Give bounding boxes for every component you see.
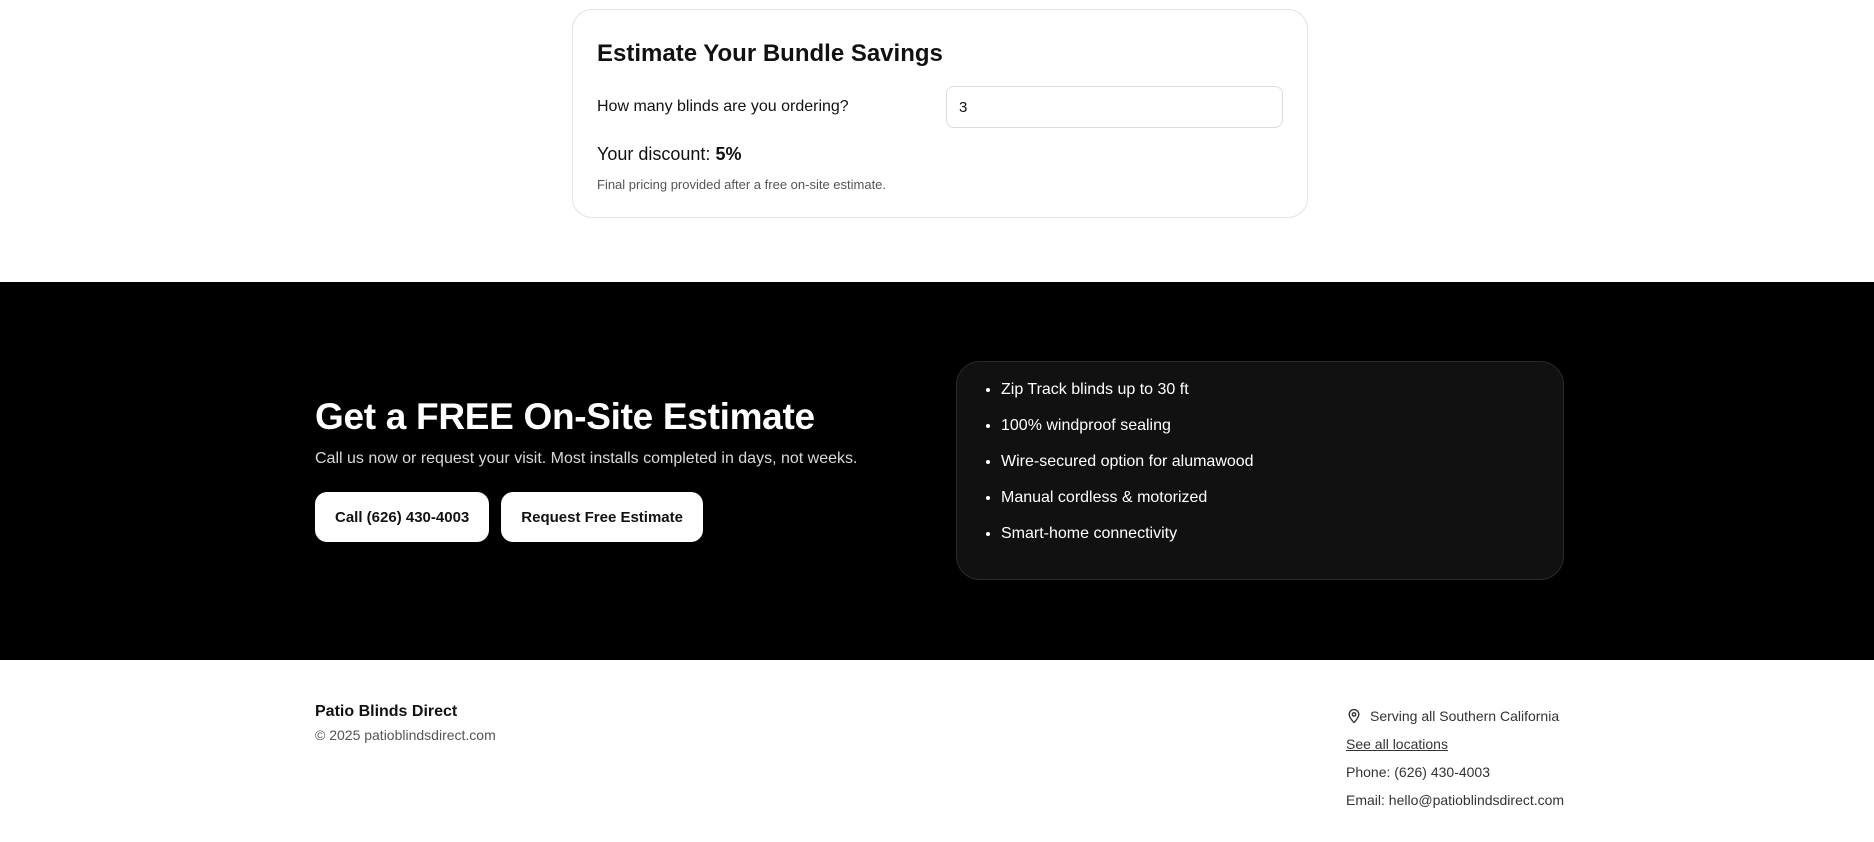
email-row: Email: hello@patioblindsdirect.com	[1346, 792, 1565, 808]
estimate-cta-section: Get a FREE On-Site Estimate Call us now …	[0, 282, 1874, 660]
service-area-text: Serving all Southern California	[1370, 708, 1560, 724]
features-list: Zip Track blinds up to 30 ft 100% windpr…	[1001, 380, 1539, 544]
site-footer: Patio Blinds Direct © 2025 patioblindsdi…	[0, 660, 1874, 842]
discount-line: Your discount: 5%	[597, 144, 1283, 165]
discount-prefix: Your discount:	[597, 144, 711, 164]
discount-value: 5%	[715, 144, 742, 164]
call-button[interactable]: Call (626) 430-4003	[315, 492, 490, 542]
quantity-input[interactable]	[946, 86, 1283, 128]
savings-card-title: Estimate Your Bundle Savings	[597, 40, 943, 67]
phone-row: Phone: (626) 430-4003	[1346, 764, 1490, 780]
feature-item: Zip Track blinds up to 30 ft	[1001, 380, 1539, 400]
footer-copyright: © 2025 patioblindsdirect.com	[315, 727, 496, 743]
feature-item: Smart-home connectivity	[1001, 524, 1539, 544]
quantity-label: How many blinds are you ordering?	[597, 98, 849, 115]
cta-subtitle: Call us now or request your visit. Most …	[315, 450, 858, 467]
map-pin-icon	[1346, 708, 1362, 724]
service-area-row: Serving all Southern California	[1346, 702, 1564, 730]
footer-contact-block: Serving all Southern California See all …	[1346, 702, 1564, 814]
features-card: Zip Track blinds up to 30 ft 100% windpr…	[956, 361, 1564, 580]
see-all-locations-link[interactable]: See all locations	[1346, 736, 1448, 752]
cta-content: Get a FREE On-Site Estimate Call us now …	[315, 394, 875, 542]
cta-title: Get a FREE On-Site Estimate	[315, 396, 815, 437]
footer-brand: Patio Blinds Direct	[315, 703, 458, 720]
request-estimate-button[interactable]: Request Free Estimate	[501, 492, 703, 542]
feature-item: 100% windproof sealing	[1001, 416, 1539, 436]
quantity-row: How many blinds are you ordering?	[597, 86, 1283, 128]
bundle-savings-card: Estimate Your Bundle Savings How many bl…	[572, 9, 1308, 218]
pricing-fine-print: Final pricing provided after a free on-s…	[597, 177, 887, 192]
locations-row: See all locations	[1346, 730, 1564, 758]
feature-item: Wire-secured option for alumawood	[1001, 452, 1539, 472]
bundle-savings-section: Estimate Your Bundle Savings How many bl…	[0, 0, 1874, 282]
feature-item: Manual cordless & motorized	[1001, 488, 1539, 508]
cta-buttons: Call (626) 430-4003 Request Free Estimat…	[315, 492, 875, 542]
footer-brand-block: Patio Blinds Direct © 2025 patioblindsdi…	[315, 703, 496, 743]
